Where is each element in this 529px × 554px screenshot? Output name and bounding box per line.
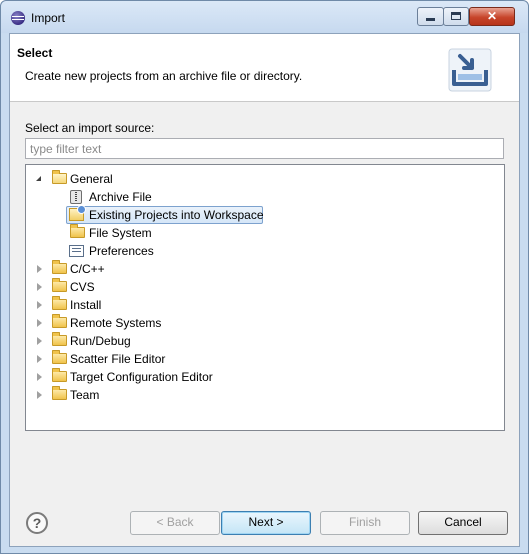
import-banner-icon	[448, 48, 492, 92]
tree-item-label: Run/Debug	[70, 334, 131, 348]
collapsed-arrow-icon[interactable]	[37, 301, 42, 309]
eclipse-icon	[11, 11, 25, 25]
tree-item-archive-file[interactable]: Archive File	[26, 188, 226, 206]
folder-icon	[70, 224, 85, 238]
cancel-button[interactable]: Cancel	[418, 511, 508, 535]
tree-item-cvs[interactable]: CVS	[26, 278, 226, 296]
finish-button[interactable]: Finish	[320, 511, 410, 535]
import-source-tree[interactable]: General Archive File Existing Projects i…	[25, 164, 505, 431]
tree-item-team[interactable]: Team	[26, 386, 226, 404]
help-icon[interactable]: ?	[26, 512, 48, 534]
collapsed-arrow-icon[interactable]	[37, 337, 42, 345]
maximize-icon	[451, 12, 461, 20]
tree-item-label: CVS	[70, 280, 95, 294]
tree-item-existing-projects[interactable]: Existing Projects into Workspace	[26, 205, 286, 224]
tree-item-scatter-file-editor[interactable]: Scatter File Editor	[26, 350, 246, 368]
back-button[interactable]: < Back	[130, 511, 220, 535]
tree-item-install[interactable]: Install	[26, 296, 226, 314]
folder-icon	[52, 296, 67, 310]
tree-item-general[interactable]: General	[26, 170, 226, 188]
tree-item-file-system[interactable]: File System	[26, 224, 226, 242]
folder-icon	[52, 368, 67, 382]
tree-item-label: General	[70, 172, 113, 186]
tree-item-cpp[interactable]: C/C++	[26, 260, 226, 278]
window-title: Import	[31, 11, 66, 25]
tree-item-label: Target Configuration Editor	[70, 370, 213, 384]
filter-input[interactable]	[25, 138, 504, 159]
collapsed-arrow-icon[interactable]	[37, 373, 42, 381]
next-button[interactable]: Next >	[221, 511, 311, 535]
preferences-icon	[69, 245, 84, 257]
projects-icon	[69, 205, 86, 221]
folder-open-icon	[52, 170, 67, 184]
tree-item-label: Scatter File Editor	[70, 352, 166, 366]
folder-icon	[52, 386, 67, 400]
page-description: Create new projects from an archive file…	[25, 69, 303, 83]
tree-item-label: Install	[70, 298, 102, 312]
collapsed-arrow-icon[interactable]	[37, 355, 42, 363]
tree-item-label: Team	[70, 388, 100, 402]
tree-item-label: Existing Projects into Workspace	[89, 208, 264, 222]
folder-icon	[52, 314, 67, 328]
folder-icon	[52, 260, 67, 274]
close-icon: ✕	[486, 9, 498, 23]
tree-item-label: Remote Systems	[70, 316, 162, 330]
collapsed-arrow-icon[interactable]	[37, 283, 42, 291]
tree-item-label: Archive File	[89, 190, 152, 204]
collapsed-arrow-icon[interactable]	[37, 265, 42, 273]
tree-item-label: C/C++	[70, 262, 105, 276]
tree-item-remote-systems[interactable]: Remote Systems	[26, 314, 226, 332]
collapsed-arrow-icon[interactable]	[37, 319, 42, 327]
page-title: Select	[17, 46, 53, 60]
dialog-client-area: Select Create new projects from an archi…	[9, 33, 520, 547]
tree-item-target-configuration-editor[interactable]: Target Configuration Editor	[26, 368, 266, 386]
folder-icon	[52, 350, 67, 364]
import-dialog-window: Import ✕ Select Create new projects from…	[0, 0, 529, 554]
tree-item-run-debug[interactable]: Run/Debug	[26, 332, 226, 350]
title-bar[interactable]: Import ✕	[1, 1, 528, 33]
collapsed-arrow-icon[interactable]	[37, 391, 42, 399]
tree-item-label: Preferences	[89, 244, 154, 258]
folder-icon	[52, 332, 67, 346]
tree-item-label: File System	[89, 226, 152, 240]
wizard-header: Select Create new projects from an archi…	[10, 34, 519, 102]
import-source-label: Select an import source:	[25, 121, 155, 135]
folder-icon	[52, 278, 67, 292]
archive-icon	[70, 190, 82, 204]
minimize-button[interactable]	[417, 7, 444, 26]
minimize-icon	[426, 18, 435, 21]
maximize-button[interactable]	[443, 7, 469, 26]
close-button[interactable]: ✕	[469, 7, 515, 26]
tree-item-preferences[interactable]: Preferences	[26, 242, 226, 260]
expanded-arrow-icon[interactable]	[36, 176, 41, 181]
